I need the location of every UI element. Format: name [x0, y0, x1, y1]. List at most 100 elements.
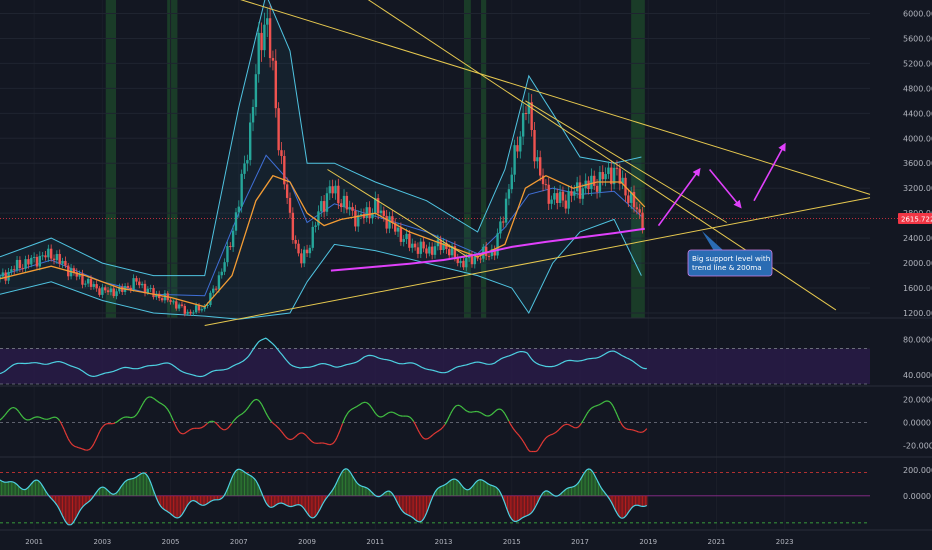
- momentum-segment: [548, 434, 551, 437]
- momentum-segment: [185, 430, 188, 433]
- rsi-tick-1: 40.0000: [903, 371, 932, 380]
- candle-body: [149, 288, 152, 290]
- candle-body: [544, 184, 548, 186]
- candle-body: [254, 74, 258, 107]
- momentum-segment: [407, 415, 410, 418]
- momentum-segment: [546, 435, 550, 438]
- price-tick-2: 2000.000: [903, 259, 932, 268]
- momentum-segment: [83, 448, 86, 451]
- momentum-segment: [393, 412, 396, 414]
- candle-body: [558, 191, 562, 203]
- candle-body: [10, 269, 13, 272]
- candle-body: [257, 32, 260, 75]
- momentum-segment: [153, 397, 156, 400]
- candle-body: [334, 185, 337, 194]
- candle-body: [527, 102, 531, 114]
- candle-body: [524, 112, 528, 114]
- momentum-segment: [599, 403, 602, 405]
- year-tick-6: 2013: [435, 538, 453, 546]
- candle-body: [24, 259, 27, 269]
- momentum-segment: [116, 420, 119, 423]
- last-price-label: 2615.722: [901, 216, 932, 224]
- candle-body: [251, 106, 255, 123]
- momentum-segment: [377, 415, 380, 418]
- candle-body: [64, 260, 67, 266]
- momentum-segment: [437, 429, 440, 432]
- candle-body: [615, 167, 619, 169]
- candle-body: [248, 122, 252, 161]
- candle-body: [27, 259, 30, 265]
- candle-body: [325, 193, 329, 212]
- momentum-segment: [254, 398, 257, 401]
- candle-body: [260, 32, 263, 51]
- candle-body: [288, 197, 292, 213]
- momentum-segment: [147, 396, 150, 398]
- rsi-band: [0, 348, 870, 384]
- candle-body: [160, 298, 164, 301]
- candle-body: [521, 112, 525, 137]
- candle-body: [44, 255, 47, 258]
- candle-body: [462, 260, 465, 268]
- momentum-segment: [569, 424, 572, 427]
- candle-body: [496, 233, 499, 256]
- momentum-segment: [202, 425, 206, 428]
- candle-body: [314, 225, 317, 227]
- momentum-segment: [625, 427, 628, 430]
- momentum-segment: [383, 414, 386, 417]
- rsi-tick-0: 80.0000: [903, 336, 932, 345]
- momentum-segment: [201, 426, 204, 429]
- candle-body: [354, 210, 357, 227]
- momentum-segment: [13, 407, 16, 409]
- candle-body: [538, 157, 542, 176]
- momentum-segment: [49, 417, 52, 420]
- momentum-segment: [392, 411, 395, 414]
- momentum-segment: [25, 418, 28, 421]
- candle-body: [103, 287, 107, 291]
- candle-body: [430, 246, 434, 255]
- candle-body: [106, 290, 110, 293]
- candle-body: [41, 255, 44, 257]
- candle-body: [573, 191, 576, 196]
- candle-body: [388, 216, 391, 229]
- momentum-tick-0: 20.0000: [903, 395, 932, 404]
- momentum-segment: [221, 428, 224, 431]
- candle-body: [604, 174, 607, 180]
- momentum-segment: [80, 447, 83, 450]
- candle-body: [567, 191, 570, 209]
- momentum-segment: [353, 406, 356, 409]
- momentum-segment: [633, 429, 636, 432]
- momentum-segment: [359, 403, 362, 406]
- candle-body: [186, 311, 189, 314]
- candle-body: [243, 163, 246, 174]
- candle-body: [231, 230, 235, 248]
- year-tick-7: 2015: [503, 538, 521, 546]
- candle-body: [266, 18, 269, 25]
- candle-body: [175, 301, 178, 309]
- candle-body: [121, 286, 124, 292]
- momentum-segment: [482, 413, 486, 416]
- momentum-segment: [187, 429, 190, 432]
- candle-body: [303, 249, 306, 264]
- candle-body: [553, 193, 556, 200]
- candle-body: [129, 287, 132, 290]
- momentum-segment: [635, 430, 638, 432]
- candle-body: [342, 195, 346, 208]
- momentum-segment: [436, 430, 439, 433]
- candle-body: [504, 198, 508, 223]
- momentum-segment: [490, 413, 493, 416]
- momentum-segment: [157, 401, 160, 403]
- candle-body: [641, 212, 644, 231]
- momentum-segment: [602, 401, 605, 404]
- candle-body: [1, 272, 5, 277]
- candle-body: [126, 286, 130, 288]
- annotation-line-1: Big support level with: [692, 254, 770, 263]
- candle-body: [84, 283, 87, 285]
- candle-body: [285, 184, 289, 198]
- candle-body: [52, 258, 56, 261]
- momentum-segment: [528, 450, 531, 452]
- candle-body: [530, 102, 533, 131]
- momentum-segment: [241, 412, 244, 415]
- candle-body: [422, 241, 425, 249]
- momentum-segment: [488, 414, 491, 417]
- candle-body: [143, 283, 147, 294]
